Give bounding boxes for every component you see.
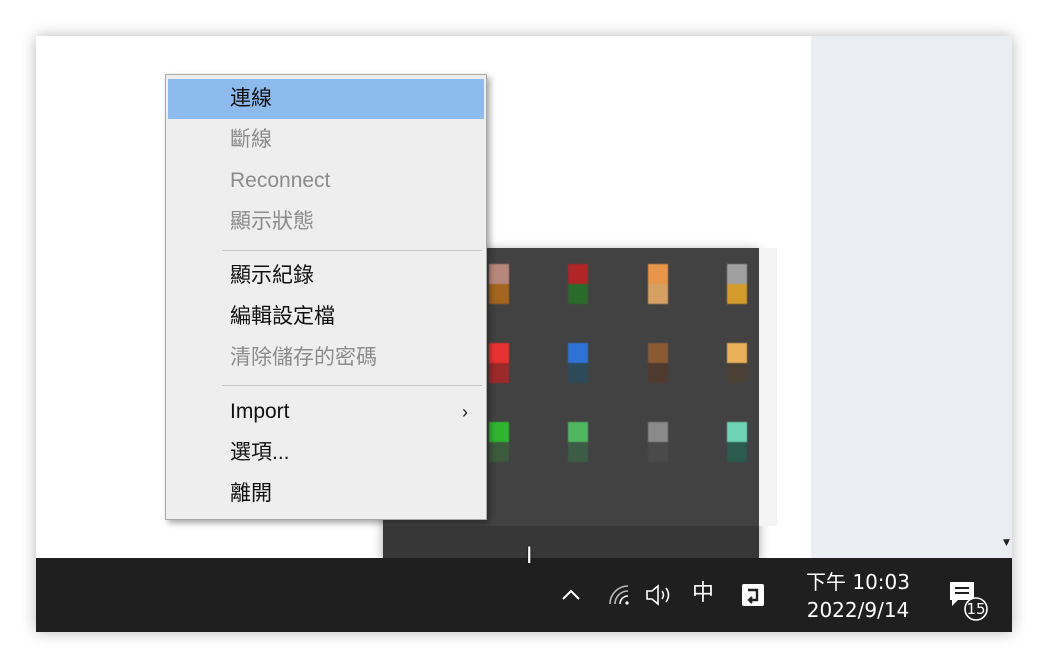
taskbar: 中 下午 10:03 2022/9/14 15 — [36, 558, 1012, 632]
tray-icon-5[interactable] — [489, 343, 509, 383]
submenu-arrow-icon: › — [462, 402, 468, 422]
menu-item-show-log[interactable]: 顯示紀錄 — [168, 256, 484, 296]
show-hidden-icons-chevron-icon[interactable] — [558, 582, 584, 608]
menu-item-clear-saved-password[interactable]: 清除儲存的密碼 — [168, 338, 484, 378]
clock-date: 2022/9/14 — [806, 598, 910, 622]
menu-item-label: Import — [230, 400, 290, 423]
volume-icon[interactable] — [644, 582, 678, 608]
tray-icon-2[interactable] — [568, 264, 588, 304]
menu-separator — [222, 385, 482, 386]
tray-icon-11[interactable] — [648, 422, 668, 462]
notification-count-badge: 15 — [966, 600, 986, 618]
menu-item-label: 編輯設定檔 — [230, 305, 335, 328]
menu-item-connect[interactable]: 連線 — [168, 79, 484, 119]
menu-item-reconnect[interactable]: Reconnect — [168, 161, 484, 201]
tray-icon-3[interactable] — [648, 264, 668, 304]
menu-item-exit[interactable]: 離開 — [168, 474, 484, 514]
menu-item-label: 顯示狀態 — [230, 210, 314, 233]
tray-icon-4[interactable] — [727, 264, 747, 304]
menu-item-disconnect[interactable]: 斷線 — [168, 120, 484, 160]
tray-icon-10[interactable] — [568, 422, 588, 462]
menu-item-label: 選項... — [230, 441, 290, 464]
tray-icon-12[interactable] — [727, 422, 747, 462]
tray-app-icon[interactable] — [742, 584, 764, 606]
tray-icon-7[interactable] — [648, 343, 668, 383]
tray-context-menu: 連線 斷線 Reconnect 顯示狀態 顯示紀錄 編輯設定檔 清除儲存的密碼 … — [165, 74, 487, 520]
tray-icon-9[interactable] — [489, 422, 509, 462]
menu-item-label: Reconnect — [230, 169, 331, 192]
menu-separator — [222, 250, 482, 251]
taskbar-clock[interactable]: 下午 10:03 2022/9/14 — [796, 568, 920, 624]
scroll-down-arrow-icon[interactable]: ▼ — [1003, 538, 1010, 548]
background-window-pane — [811, 36, 1012, 558]
menu-item-options[interactable]: 選項... — [168, 433, 484, 473]
menu-item-edit-config[interactable]: 編輯設定檔 — [168, 297, 484, 337]
input-method-indicator[interactable]: 中 — [692, 580, 714, 608]
tray-icon-1[interactable] — [489, 264, 509, 304]
menu-item-label: 連線 — [230, 87, 272, 110]
tray-panel-edge — [759, 248, 777, 526]
menu-item-label: 顯示紀錄 — [230, 264, 314, 287]
menu-item-label: 離開 — [230, 482, 272, 505]
tray-icon-6[interactable] — [568, 343, 588, 383]
tray-panel-footer — [383, 526, 759, 561]
menu-item-import[interactable]: Import › — [168, 392, 484, 432]
mouse-cursor-icon: I — [526, 544, 533, 569]
tray-icon-8[interactable] — [727, 343, 747, 383]
notification-center-button[interactable]: 15 — [946, 578, 996, 622]
menu-item-label: 清除儲存的密碼 — [230, 346, 377, 369]
menu-item-show-status[interactable]: 顯示狀態 — [168, 202, 484, 242]
menu-item-label: 斷線 — [230, 128, 272, 151]
clock-time: 下午 10:03 — [806, 570, 910, 594]
wifi-icon[interactable] — [606, 582, 632, 608]
